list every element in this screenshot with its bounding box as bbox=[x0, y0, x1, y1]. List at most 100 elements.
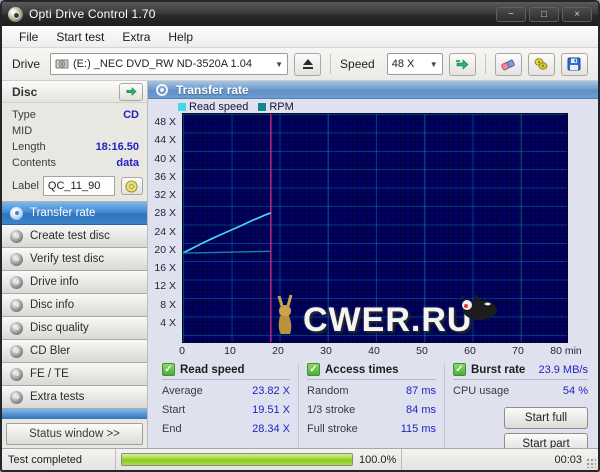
disc-icon bbox=[10, 344, 23, 358]
stat-value: 23.82 X bbox=[252, 385, 290, 397]
access-times-stats: Access times Random 87 ms 1/3 stroke 84 … bbox=[298, 363, 444, 448]
sidebar-item-create-test-disc[interactable]: Create test disc bbox=[2, 225, 147, 248]
start-full-button[interactable]: Start full bbox=[504, 407, 588, 429]
y-tick-label: 44 X bbox=[154, 134, 176, 147]
sidebar-item-label: Disc quality bbox=[30, 322, 89, 334]
sidebar-item-verify-test-disc[interactable]: Verify test disc bbox=[2, 248, 147, 271]
drive-select[interactable]: (E:) _NEC DVD_RW ND-3520A 1.04 ▼ bbox=[50, 53, 289, 75]
sidebar-item-transfer-rate[interactable]: Transfer rate bbox=[2, 202, 147, 225]
legend-read-speed: Read speed bbox=[178, 101, 248, 113]
sidebar-item-label: Drive info bbox=[30, 276, 79, 288]
progress-bar bbox=[121, 453, 353, 466]
x-axis: 0 10 20 30 40 50 60 70 80 min bbox=[179, 345, 592, 359]
status-window-button[interactable]: Status window >> bbox=[6, 423, 143, 445]
refresh-drives-button[interactable] bbox=[448, 52, 476, 76]
stats-area: Read speed Average 23.82 X Start 19.51 X… bbox=[148, 359, 598, 455]
x-tick-label: 80 min bbox=[550, 345, 582, 357]
sidebar-item-label: Transfer rate bbox=[30, 207, 96, 219]
sidebar-accent-strip bbox=[2, 409, 147, 419]
stat-label: Start bbox=[162, 404, 186, 416]
disc-icon bbox=[10, 252, 23, 266]
main-panel: Transfer rate Read speed RPM 48 X 44 X 40 … bbox=[148, 81, 598, 455]
sidebar-item-label: FE / TE bbox=[30, 368, 69, 380]
erase-disc-button[interactable] bbox=[494, 52, 522, 76]
y-tick-label: 28 X bbox=[154, 207, 176, 220]
access-times-checkbox[interactable] bbox=[307, 363, 320, 376]
window-title: Opti Drive Control 1.70 bbox=[29, 7, 156, 21]
disc-icon bbox=[10, 367, 23, 381]
menu-extra[interactable]: Extra bbox=[113, 28, 159, 46]
toolbar: Drive (E:) _NEC DVD_RW ND-3520A 1.04 ▼ S… bbox=[2, 48, 598, 81]
eject-button[interactable] bbox=[294, 52, 322, 76]
x-tick-label: 50 bbox=[416, 345, 428, 357]
stat-title: Read speed bbox=[180, 363, 245, 376]
disc-icon bbox=[10, 206, 23, 220]
sidebar-item-fe-te[interactable]: FE / TE bbox=[2, 363, 147, 386]
y-tick-label: 20 X bbox=[154, 243, 176, 256]
minimize-button[interactable]: − bbox=[496, 6, 526, 22]
speed-select[interactable]: 48 X ▼ bbox=[386, 53, 443, 75]
disc-label-input[interactable] bbox=[42, 176, 115, 196]
sidebar-item-label: Create test disc bbox=[30, 230, 110, 242]
toolbar-separator bbox=[330, 54, 332, 74]
save-button[interactable] bbox=[560, 52, 588, 76]
field-value: 18:16.50 bbox=[95, 141, 139, 153]
disc-icon bbox=[10, 275, 23, 289]
title-bar: Opti Drive Control 1.70 − □ × bbox=[2, 2, 598, 26]
stat-row-random: Random 87 ms bbox=[307, 382, 436, 401]
menu-help[interactable]: Help bbox=[159, 28, 202, 46]
screenshot-icon bbox=[534, 58, 548, 70]
x-tick-label: 60 bbox=[464, 345, 476, 357]
field-label: MID bbox=[12, 125, 33, 137]
x-tick-label: 70 bbox=[512, 345, 524, 357]
sidebar-item-disc-quality[interactable]: Disc quality bbox=[2, 317, 147, 340]
app-window: Opti Drive Control 1.70 − □ × File Start… bbox=[0, 0, 600, 472]
x-tick-label: 30 bbox=[320, 345, 332, 357]
disc-icon bbox=[10, 298, 23, 312]
read-speed-checkbox[interactable] bbox=[162, 363, 175, 376]
menu-file[interactable]: File bbox=[10, 28, 47, 46]
read-speed-stats: Read speed Average 23.82 X Start 19.51 X… bbox=[154, 363, 298, 448]
sidebar-item-cd-bler[interactable]: CD Bler bbox=[2, 340, 147, 363]
x-tick-label: 10 bbox=[224, 345, 236, 357]
series-read-speed bbox=[183, 212, 272, 254]
disc-label-row: Label bbox=[2, 173, 147, 201]
close-button[interactable]: × bbox=[562, 6, 592, 22]
speed-value: 48 X bbox=[391, 58, 415, 70]
stat-row-cpu-usage: CPU usage 54 % bbox=[453, 382, 588, 401]
stat-row-start: Start 19.51 X bbox=[162, 401, 290, 420]
chevron-down-icon: ▼ bbox=[275, 59, 284, 69]
disc-field-mid: MID bbox=[12, 123, 139, 139]
stat-label: Average bbox=[162, 385, 203, 397]
stat-value: 19.51 X bbox=[252, 404, 290, 416]
legend-label: Read speed bbox=[189, 101, 249, 113]
sidebar-item-disc-info[interactable]: Disc info bbox=[2, 294, 147, 317]
y-tick-label: 16 X bbox=[154, 262, 176, 275]
read-speed-header: Read speed bbox=[162, 363, 290, 380]
sidebar-item-extra-tests[interactable]: Extra tests bbox=[2, 386, 147, 409]
y-tick-label: 32 X bbox=[154, 189, 176, 202]
x-tick-label: 40 bbox=[368, 345, 380, 357]
disc-label-button[interactable] bbox=[120, 177, 143, 195]
refresh-disc-button[interactable] bbox=[119, 82, 143, 101]
maximize-button[interactable]: □ bbox=[529, 6, 559, 22]
y-tick-label: 48 X bbox=[154, 116, 176, 129]
resize-grip-icon[interactable] bbox=[586, 458, 596, 468]
burst-rate-checkbox[interactable] bbox=[453, 363, 466, 376]
stat-label: Random bbox=[307, 385, 349, 397]
screenshot-button[interactable] bbox=[527, 52, 555, 76]
stat-title: Burst rate bbox=[471, 363, 526, 376]
rpm-swatch-icon bbox=[258, 103, 267, 111]
legend-rpm: RPM bbox=[258, 101, 294, 113]
sidebar-item-label: Extra tests bbox=[30, 391, 85, 403]
refresh-icon bbox=[126, 87, 137, 96]
statusbar-separator bbox=[401, 449, 402, 470]
chart-plot: CWER.RU bbox=[182, 113, 568, 343]
field-label: Length bbox=[12, 141, 46, 153]
menu-start-test[interactable]: Start test bbox=[47, 28, 113, 46]
gold-disc-icon bbox=[125, 179, 138, 193]
sidebar-item-drive-info[interactable]: Drive info bbox=[2, 271, 147, 294]
stat-label: 1/3 stroke bbox=[307, 404, 356, 416]
sidebar-nav: Transfer rate Create test disc Verify te… bbox=[2, 201, 147, 419]
refresh-icon bbox=[455, 58, 469, 70]
